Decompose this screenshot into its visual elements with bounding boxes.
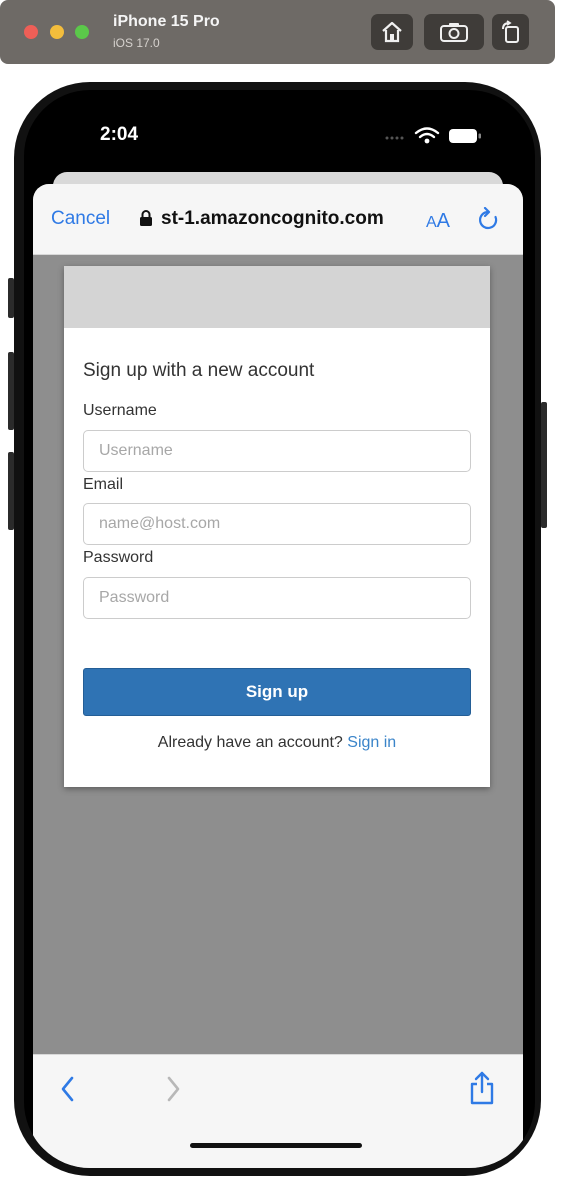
text-size-big: A bbox=[436, 210, 451, 232]
rotate-button[interactable] bbox=[492, 14, 529, 50]
password-label: Password bbox=[83, 549, 154, 566]
url-field[interactable]: st-1.amazoncognito.com bbox=[161, 208, 384, 230]
card-banner bbox=[64, 266, 490, 328]
home-indicator[interactable] bbox=[190, 1143, 362, 1148]
signup-card: Sign up with a new account Username Emai… bbox=[64, 266, 490, 787]
status-icons bbox=[385, 126, 485, 151]
signin-prompt: Already have an account? bbox=[157, 734, 343, 751]
status-time: 2:04 bbox=[100, 124, 139, 145]
minimize-window-button[interactable] bbox=[50, 25, 64, 39]
text-size-button[interactable]: AA bbox=[426, 210, 450, 233]
signin-prompt-line: Already have an account? Sign in bbox=[64, 734, 490, 752]
form-title: Sign up with a new account bbox=[83, 360, 315, 381]
home-button[interactable] bbox=[371, 14, 413, 50]
username-input[interactable] bbox=[83, 430, 471, 472]
rotate-icon bbox=[501, 20, 519, 43]
share-icon[interactable] bbox=[469, 1071, 495, 1105]
os-version: iOS 17.0 bbox=[113, 36, 160, 50]
power-button bbox=[541, 402, 547, 528]
email-input[interactable] bbox=[83, 503, 471, 545]
screenshot-button[interactable] bbox=[424, 14, 484, 50]
zoom-window-button[interactable] bbox=[75, 25, 89, 39]
phone-screen: 2:04 Cancel st-1.amazoncognito.com AA Si… bbox=[24, 90, 535, 1168]
password-input[interactable] bbox=[83, 577, 471, 619]
signin-link[interactable]: Sign in bbox=[347, 734, 396, 751]
reload-icon[interactable] bbox=[477, 207, 499, 231]
browser-bottom-bar bbox=[33, 1054, 523, 1168]
text-size-small: A bbox=[426, 214, 437, 231]
lock-icon bbox=[140, 210, 152, 226]
forward-icon[interactable] bbox=[163, 1075, 183, 1103]
username-label: Username bbox=[83, 402, 157, 419]
wifi-icon bbox=[414, 127, 440, 139]
simulator-title-bar: iPhone 15 Pro iOS 17.0 bbox=[0, 0, 555, 64]
email-label: Email bbox=[83, 476, 124, 493]
auth-browser-sheet: Cancel st-1.amazoncognito.com AA Sign up… bbox=[33, 184, 523, 1168]
close-window-button[interactable] bbox=[24, 25, 38, 39]
home-icon bbox=[382, 21, 402, 43]
battery-icon bbox=[449, 129, 481, 143]
back-icon[interactable] bbox=[58, 1075, 78, 1103]
signup-button[interactable]: Sign up bbox=[83, 668, 471, 716]
cancel-button[interactable]: Cancel bbox=[51, 208, 110, 230]
screenshot-icon bbox=[440, 23, 468, 42]
browser-top-bar: Cancel st-1.amazoncognito.com AA bbox=[33, 184, 523, 255]
device-name: iPhone 15 Pro bbox=[113, 13, 220, 30]
cellular-dots bbox=[385, 136, 404, 140]
